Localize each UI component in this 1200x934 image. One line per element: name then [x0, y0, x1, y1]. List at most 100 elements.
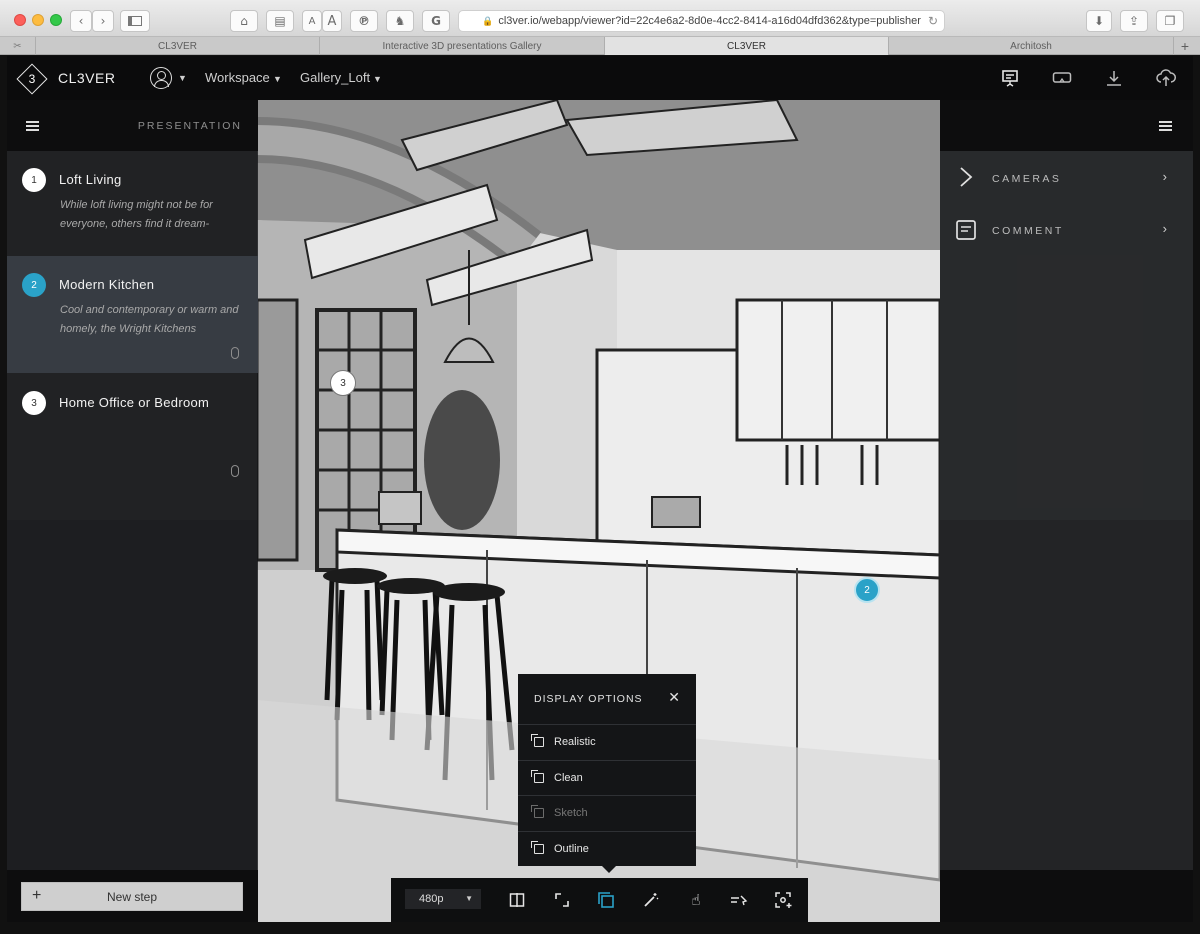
user-account-icon[interactable] — [150, 67, 172, 89]
magic-wand-icon[interactable] — [641, 890, 661, 910]
step-description: While loft living might not be for every… — [60, 199, 213, 230]
cube-icon — [531, 805, 544, 818]
presentation-panel-header: PRESENTATION — [7, 100, 258, 151]
display-options-popup: DISPLAY OPTIONS ✕ Realistic Clean Sketch… — [518, 674, 696, 873]
downloads-button[interactable]: ⬇ — [1086, 10, 1112, 32]
text-larger-button[interactable]: A — [322, 10, 342, 32]
comment-menu-item[interactable]: COMMENT › — [940, 205, 1193, 255]
close-icon[interactable]: ✕ — [668, 689, 680, 706]
zoom-window-button[interactable] — [50, 14, 62, 26]
grammarly-button[interactable]: G — [422, 10, 450, 32]
chevron-down-icon[interactable]: ▼ — [273, 74, 282, 84]
chevron-down-icon: ▼ — [465, 894, 473, 903]
lock-icon: 🔒 — [482, 15, 494, 26]
display-option-realistic[interactable]: Realistic — [518, 724, 696, 759]
address-bar[interactable]: 🔒 cl3ver.io/webapp/viewer?id=22c4e6a2-8d… — [458, 10, 945, 32]
display-options-title: DISPLAY OPTIONS — [534, 693, 643, 705]
reload-icon[interactable]: ↻ — [928, 14, 938, 28]
cl3ver-logo[interactable]: 3 — [16, 63, 48, 95]
step-number-badge: 2 — [22, 273, 46, 297]
cube-icon — [531, 734, 544, 747]
hamburger-menu-icon[interactable] — [26, 121, 39, 131]
home-icon: ⌂ — [240, 14, 248, 28]
workspace-menu[interactable]: Workspace — [205, 70, 270, 85]
home-button[interactable]: ⌂ — [230, 10, 258, 32]
split-view-icon[interactable] — [507, 890, 527, 910]
hotspot-marker[interactable]: 3 — [330, 370, 356, 396]
cameras-menu-item[interactable]: CAMERAS › — [940, 153, 1193, 203]
browser-tab-strip: ✂ CL3VER Interactive 3D presentations Ga… — [0, 37, 1200, 55]
presentation-icon[interactable] — [997, 66, 1023, 90]
pinterest-icon: ℗ — [358, 14, 370, 28]
display-option-sketch: Sketch — [518, 795, 696, 830]
show-tabs-button[interactable]: ❐ — [1156, 10, 1184, 32]
chevron-right-icon: › — [1162, 169, 1167, 184]
pinterest-button[interactable]: ℗ — [350, 10, 378, 32]
hotspot-marker-active[interactable]: 2 — [854, 577, 880, 603]
camera-path-icon — [960, 167, 973, 187]
evernote-button[interactable]: ♞ — [386, 10, 414, 32]
viewer-toolbar: 480p ▼ ☝ — [391, 878, 808, 922]
step-number-badge: 3 — [22, 391, 46, 415]
download-circle-icon: ⬇ — [1093, 14, 1105, 28]
paperclip-icon[interactable] — [231, 465, 239, 477]
brand-name: CL3VER — [58, 70, 116, 86]
url-text: cl3ver.io/webapp/viewer?id=22c4e6a2-8d0e… — [498, 15, 921, 27]
evernote-icon: ♞ — [394, 14, 406, 28]
browser-tab[interactable]: Interactive 3D presentations Gallery — [320, 37, 605, 55]
resolution-value: 480p — [419, 893, 444, 905]
viewer-stage: 3 2 PRESENTATION 1 Loft Living While lof… — [7, 100, 1193, 922]
share-button[interactable]: ⇪ — [1120, 10, 1148, 32]
presentation-panel: PRESENTATION 1 Loft Living While loft li… — [7, 100, 258, 922]
walk-icon[interactable] — [729, 890, 749, 910]
cube-icon — [531, 841, 544, 854]
minimize-window-button[interactable] — [32, 14, 44, 26]
browser-window: ‹ › ⌂ ▤ A A ℗ ♞ G 🔒 cl3ver.io/webapp/vie… — [0, 0, 1200, 934]
share-icon: ⇪ — [1128, 14, 1140, 28]
comment-label: COMMENT — [992, 225, 1064, 237]
download-icon[interactable] — [1101, 66, 1127, 90]
new-tab-button[interactable]: + — [1174, 37, 1196, 55]
browser-tab[interactable]: Architosh — [889, 37, 1174, 55]
option-label: Sketch — [554, 807, 588, 819]
cloud-upload-icon[interactable] — [1153, 66, 1179, 90]
resolution-select[interactable]: 480p ▼ — [405, 889, 481, 909]
paperclip-icon[interactable] — [231, 347, 239, 359]
print-icon: ▤ — [274, 14, 286, 28]
gallery-menu[interactable]: Gallery_Loft — [300, 70, 370, 85]
cameras-label: CAMERAS — [992, 173, 1062, 185]
new-step-button[interactable]: + New step — [21, 882, 243, 911]
vr-headset-icon[interactable] — [1049, 66, 1075, 90]
sidebar-toggle-button[interactable] — [120, 10, 150, 32]
option-label: Realistic — [554, 736, 596, 748]
text-smaller-button[interactable]: A — [302, 10, 322, 32]
chevron-down-icon[interactable]: ▼ — [373, 74, 382, 84]
side-panel-header — [940, 100, 1193, 151]
hamburger-menu-icon[interactable] — [1159, 121, 1172, 131]
print-button[interactable]: ▤ — [266, 10, 294, 32]
grammarly-icon: G — [431, 14, 441, 28]
presentation-step-active[interactable]: 2 Modern Kitchen Cool and contemporary o… — [7, 256, 258, 373]
step-title: Loft Living — [59, 172, 122, 187]
fullscreen-icon[interactable] — [552, 890, 572, 910]
display-option-clean[interactable]: Clean — [518, 760, 696, 795]
tabs-icon: ❐ — [1164, 14, 1176, 28]
hand-icon[interactable]: ☝ — [686, 890, 706, 910]
new-step-label: New step — [106, 890, 158, 904]
browser-tab-active[interactable]: CL3VER — [605, 37, 889, 55]
chevron-right-icon: › — [1162, 221, 1167, 236]
pinned-tab[interactable]: ✂ — [0, 37, 36, 55]
app-header: 3 CL3VER ▼ Workspace ▼ Gallery_Loft ▼ — [7, 56, 1193, 100]
display-options-icon[interactable] — [596, 890, 616, 910]
browser-toolbar: ‹ › ⌂ ▤ A A ℗ ♞ G 🔒 cl3ver.io/webapp/vie… — [0, 0, 1200, 37]
side-panel-footer — [940, 870, 1193, 922]
forward-button[interactable]: › — [92, 10, 114, 32]
presentation-step[interactable]: 1 Loft Living While loft living might no… — [7, 151, 258, 256]
close-window-button[interactable] — [14, 14, 26, 26]
browser-tab[interactable]: CL3VER — [36, 37, 320, 55]
focus-icon[interactable] — [773, 890, 793, 910]
presentation-step[interactable]: 3 Home Office or Bedroom — [7, 373, 258, 483]
chevron-down-icon[interactable]: ▼ — [178, 73, 187, 83]
back-button[interactable]: ‹ — [70, 10, 92, 32]
display-option-outline[interactable]: Outline — [518, 831, 696, 866]
